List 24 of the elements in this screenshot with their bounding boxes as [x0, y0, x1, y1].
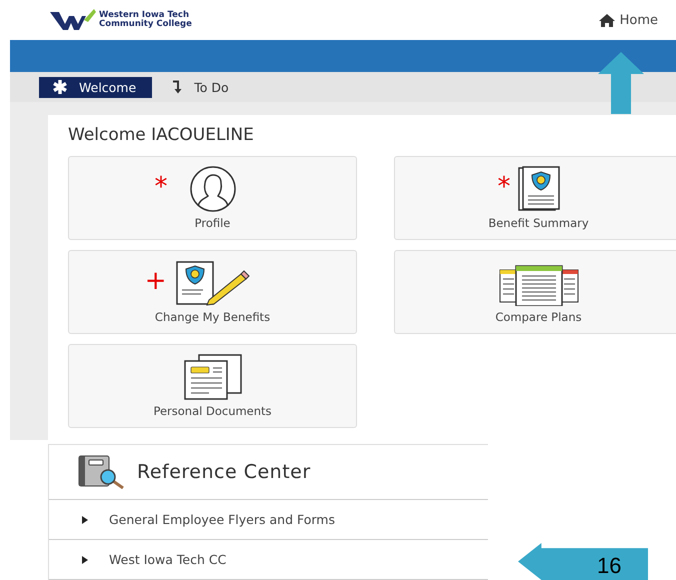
menu-tile[interactable]: * Benefit Summary [394, 156, 676, 240]
spreadsheets-icon [498, 264, 580, 306]
turn-down-arrow-icon [172, 80, 182, 94]
asterisk-icon [53, 80, 67, 94]
reference-link[interactable]: General Employee Flyers and Forms [109, 512, 335, 527]
menu-tile[interactable]: + Change My Benefits [68, 250, 357, 334]
welcome-title: Welcome IACOUELINE [68, 125, 255, 145]
menu-tile[interactable]: Compare Plans [394, 250, 676, 334]
logo-text: Western Iowa Tech Community College [99, 11, 192, 29]
menu-tile[interactable]: * Profile [68, 156, 357, 240]
reference-link[interactable]: West Iowa Tech CC [109, 552, 226, 567]
logo-icon [50, 8, 96, 32]
annotation-marker: + [144, 268, 166, 294]
home-icon [598, 14, 615, 26]
document-shield-icon [516, 166, 560, 212]
reference-title: Reference Center [137, 461, 311, 483]
page-number: 16 [597, 554, 622, 578]
home-link[interactable]: Home [598, 12, 658, 28]
menu-tile[interactable]: Personal Documents [68, 344, 357, 428]
tab[interactable]: Welcome [39, 76, 152, 98]
tab[interactable]: To Do [160, 76, 241, 98]
annotation-marker: * [154, 174, 168, 200]
annotation-marker: * [498, 174, 510, 200]
callout-arrow [598, 52, 644, 114]
